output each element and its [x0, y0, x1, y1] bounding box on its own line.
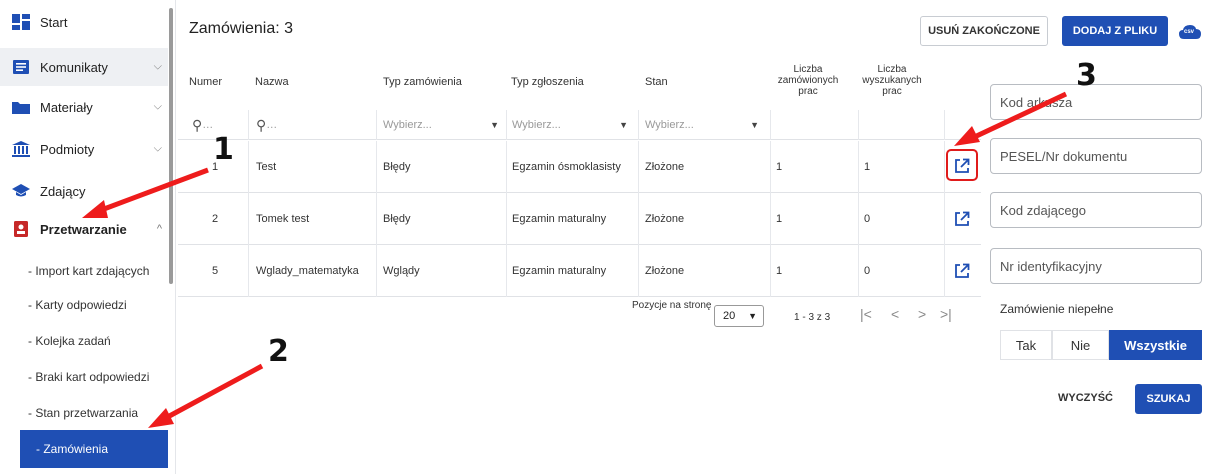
arrow-2: [148, 363, 264, 428]
arrow-3: [954, 91, 1068, 146]
annotation-number-2: 2: [268, 334, 289, 369]
annotation-number-3: 3: [1076, 58, 1097, 93]
annotation-number-1: 1: [213, 132, 234, 167]
arrow-1: [82, 167, 209, 218]
annotation-arrows: [82, 91, 1068, 428]
